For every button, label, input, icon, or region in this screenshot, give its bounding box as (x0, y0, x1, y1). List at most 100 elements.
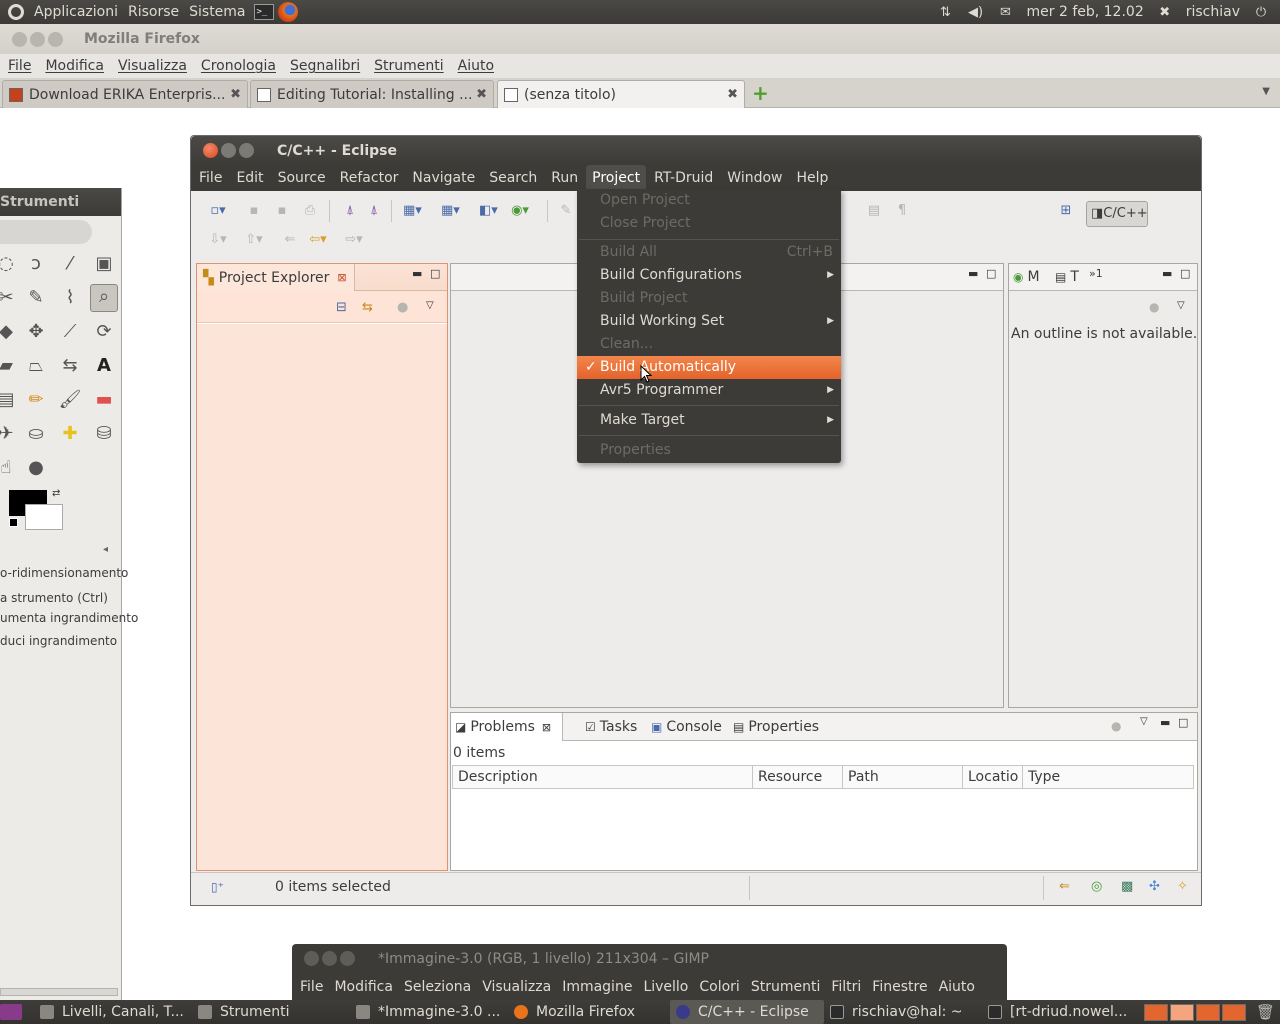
ellipse-select-tool-icon[interactable]: ◌ (0, 252, 18, 276)
gimp-menu-modifica[interactable]: Modifica (334, 979, 393, 995)
tab-tasks[interactable]: ☑ Tasks (585, 714, 637, 740)
airbrush-tool-icon[interactable]: ✈ (0, 422, 18, 446)
view-action-icon[interactable]: ● (1111, 719, 1121, 733)
default-colors-icon[interactable] (9, 518, 18, 527)
clock[interactable]: mer 2 feb, 12.02 (1027, 4, 1144, 20)
crop-tool-icon[interactable]: ⟋ (58, 320, 82, 344)
fuzzy-select-tool-icon[interactable]: ⁄ (58, 252, 82, 276)
minimize-view-icon[interactable]: ▬ (412, 267, 422, 280)
gimp-menu-finestre[interactable]: Finestre (872, 979, 927, 995)
firefox-menu-segnalibri[interactable]: Segnalibri (290, 58, 360, 74)
tab-console[interactable]: ▣ Console (651, 714, 722, 740)
prev-annotation-icon[interactable]: ⇧▾ (245, 231, 263, 249)
menu-item-build-project[interactable]: Build Project (577, 287, 841, 310)
menu-applicazioni[interactable]: Applicazioni (34, 4, 118, 20)
firefox-minimize-button[interactable] (30, 31, 45, 47)
menu-sistema[interactable]: Sistema (189, 4, 245, 20)
firefox-tab[interactable]: Editing Tutorial: Installing ... ✖ (250, 80, 494, 108)
ubuntu-logo-icon[interactable] (8, 4, 24, 20)
zoom-tool-icon[interactable]: ⌕ (90, 284, 118, 312)
perspective-tool-icon[interactable]: ⏢ (24, 354, 48, 378)
menu-item-close-project[interactable]: Close Project (577, 212, 841, 235)
trash-icon[interactable]: 🗑 (1256, 1003, 1275, 1021)
status-action-icon[interactable]: ▩ (1121, 879, 1133, 894)
taskbar-item[interactable]: *Immagine-3.0 ... (356, 1000, 506, 1024)
gimp-minimize-button[interactable] (322, 951, 337, 966)
tab-problems[interactable]: ◪ Problems ⊠ (451, 713, 563, 741)
menu-item-build-all[interactable]: Build All Ctrl+B (577, 241, 841, 264)
forward-icon[interactable]: ⇨▾ (345, 231, 363, 249)
firefox-menu-cronologia[interactable]: Cronologia (201, 58, 276, 74)
gimp-menu-colori[interactable]: Colori (699, 979, 739, 995)
rotate-tool-icon[interactable]: ⟳ (92, 320, 116, 344)
gimp-menu-strumenti[interactable]: Strumenti (751, 979, 821, 995)
tab-outline[interactable]: ▤ T (1055, 264, 1079, 290)
clone-tool-icon[interactable]: ⛀ (24, 422, 48, 446)
save-icon[interactable]: ▪ (245, 202, 263, 220)
taskbar-item[interactable]: [rt-driud.nowel... (988, 1000, 1136, 1024)
taskbar-item[interactable]: Mozilla Firefox (514, 1000, 664, 1024)
text-tool-icon[interactable]: A (92, 354, 116, 378)
eclipse-menu-refactor[interactable]: Refactor (334, 165, 405, 191)
eclipse-minimize-button[interactable] (221, 143, 236, 158)
eclipse-menu-run[interactable]: Run (545, 165, 584, 191)
print-icon[interactable]: ⎙ (301, 202, 319, 220)
eclipse-menu-source[interactable]: Source (272, 165, 332, 191)
color-select-tool-icon[interactable]: ▣ (92, 252, 116, 276)
toggle-mark-icon[interactable]: ▤ (865, 202, 883, 220)
eclipse-menu-search[interactable]: Search (483, 165, 543, 191)
gimp-maximize-button[interactable] (340, 951, 355, 966)
eclipse-menu-project[interactable]: Project (586, 165, 647, 191)
gimp-menu-visualizza[interactable]: Visualizza (482, 979, 551, 995)
workspace-1[interactable] (1144, 1004, 1168, 1021)
menu-item-open-project[interactable]: Open Project (577, 189, 841, 212)
next-annotation-icon[interactable]: ⇩▾ (209, 231, 227, 249)
tab-close-icon[interactable]: ✖ (727, 87, 738, 102)
paths-tool-icon[interactable]: ✎ (24, 286, 48, 310)
firefox-menu-modifica[interactable]: Modifica (45, 58, 104, 74)
status-action-icon[interactable]: ◎ (1091, 879, 1102, 894)
eclipse-menu-navigate[interactable]: Navigate (406, 165, 481, 191)
firefox-close-button[interactable] (12, 31, 27, 47)
last-edit-icon[interactable]: ⇐ (281, 231, 299, 249)
tab-make-targets[interactable]: ◉ M (1013, 264, 1040, 290)
tab-project-explorer[interactable]: ▚ Project Explorer ⊠ (197, 264, 355, 291)
fast-view-icon[interactable]: ▯⁺ (211, 880, 224, 894)
firefox-menu-strumenti[interactable]: Strumenti (374, 58, 444, 74)
eclipse-menu-file[interactable]: File (193, 165, 228, 191)
build-icon[interactable]: ⍋ (341, 202, 359, 220)
eclipse-menu-edit[interactable]: Edit (230, 165, 269, 191)
debug-icon[interactable]: ◉▾ (511, 202, 529, 220)
column-header-path[interactable]: Path (843, 766, 963, 788)
firefox-menu-visualizza[interactable]: Visualizza (118, 58, 187, 74)
workspace-2[interactable] (1170, 1004, 1194, 1021)
tab-close-icon[interactable]: ✖ (230, 87, 241, 102)
power-icon[interactable]: ⏻ (1252, 4, 1270, 20)
gimp-menu-filtri[interactable]: Filtri (831, 979, 861, 995)
flip-tool-icon[interactable]: ⇆ (58, 354, 82, 378)
smudge-tool-icon[interactable]: ☝ (0, 456, 18, 480)
tab-close-icon[interactable]: ✖ (476, 87, 487, 102)
eclipse-menu-help[interactable]: Help (790, 165, 834, 191)
scale-tool-icon[interactable]: ▰ (0, 354, 18, 378)
username[interactable]: rischiav (1186, 4, 1240, 20)
status-action-icon[interactable]: ✧ (1177, 879, 1188, 894)
new-icon[interactable]: ▫▾ (209, 202, 227, 220)
volume-icon[interactable]: ◀) (967, 4, 985, 20)
eclipse-close-button[interactable] (203, 143, 218, 158)
firefox-tab-active[interactable]: (senza titolo) ✖ (497, 80, 745, 108)
gimp-menu-seleziona[interactable]: Seleziona (404, 979, 471, 995)
status-action-icon[interactable]: ✣ (1149, 879, 1160, 894)
view-menu-icon[interactable]: ▽ (1140, 716, 1148, 727)
gimp-scrollbar[interactable] (0, 988, 118, 996)
measure-tool-icon[interactable]: ◆ (0, 320, 18, 344)
swap-colors-icon[interactable]: ⇄ (52, 488, 60, 499)
terminal-icon[interactable]: >_ (253, 4, 274, 20)
eclipse-menu-window[interactable]: Window (721, 165, 788, 191)
outline-action-icon[interactable]: ● (1149, 300, 1159, 314)
gimp-menu-file[interactable]: File (300, 979, 323, 995)
project-explorer-tree[interactable] (197, 324, 447, 870)
taskbar-item[interactable]: Livelli, Canali, T... (40, 1000, 190, 1024)
blend-tool-icon[interactable]: ▤ (0, 388, 18, 412)
dodge-tool-icon[interactable]: ● (24, 456, 48, 480)
